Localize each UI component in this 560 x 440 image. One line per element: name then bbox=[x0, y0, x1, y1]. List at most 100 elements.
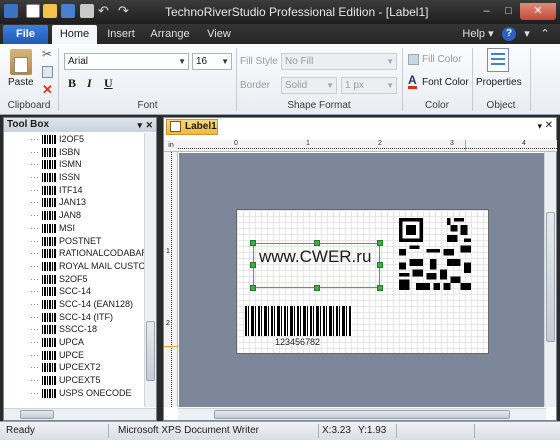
help-icon[interactable]: ? bbox=[502, 27, 516, 41]
font-color-icon[interactable]: A bbox=[408, 74, 417, 89]
toolbox-horizontal-scrollbar[interactable] bbox=[4, 408, 156, 420]
tab-insert[interactable]: Insert bbox=[102, 25, 140, 44]
barcode-icon bbox=[42, 249, 56, 259]
toolbox-item[interactable]: ⋯ ISBN bbox=[4, 146, 144, 159]
border-width-combo[interactable]: 1 px ▼ bbox=[341, 77, 397, 94]
document-tab-label: Label1 bbox=[185, 121, 217, 132]
border-style-combo[interactable]: Solid ▼ bbox=[281, 77, 337, 94]
resize-handle[interactable] bbox=[377, 240, 383, 246]
ruler-mark: 2 bbox=[378, 140, 382, 147]
document-menu-icon[interactable]: ▾ bbox=[537, 121, 542, 132]
toolbox-item[interactable]: ⋯ ROYAL MAIL CUSTOM bbox=[4, 260, 144, 273]
toolbox-item[interactable]: ⋯ UPCEXT2 bbox=[4, 361, 144, 374]
new-icon[interactable] bbox=[26, 4, 40, 18]
toolbox-item[interactable]: ⋯ SSCC-18 bbox=[4, 323, 144, 336]
font-size-combo[interactable]: 16 ▼ bbox=[192, 53, 232, 70]
ruler-mark: 2 bbox=[166, 320, 170, 327]
resize-handle[interactable] bbox=[377, 285, 383, 291]
qr-code[interactable] bbox=[399, 218, 471, 290]
toolbox-item[interactable]: ⋯ SCC-14 (ITF) bbox=[4, 311, 144, 324]
scroll-thumb[interactable] bbox=[146, 321, 155, 381]
toolbox-item[interactable]: ⋯ RATIONALCODABAR bbox=[4, 247, 144, 260]
tab-view[interactable]: View bbox=[202, 25, 236, 44]
help-menu[interactable]: Help ▾ bbox=[460, 25, 496, 44]
italic-icon[interactable]: I bbox=[87, 76, 92, 91]
close-icon[interactable]: ✕ bbox=[145, 118, 153, 132]
barcode-object[interactable] bbox=[245, 306, 352, 336]
toolbox-item[interactable]: ⋯ POSTNET bbox=[4, 235, 144, 248]
chevron-down-icon: ▼ bbox=[326, 81, 334, 90]
print-icon[interactable] bbox=[80, 4, 94, 18]
document-horizontal-scrollbar[interactable] bbox=[178, 408, 546, 420]
font-color-button[interactable]: Font Color bbox=[422, 77, 469, 88]
toolbox-item[interactable]: ⋯ SCC-14 (EAN128) bbox=[4, 298, 144, 311]
toolbox-item[interactable]: ⋯ I2OF5 bbox=[4, 133, 144, 146]
bold-icon[interactable]: B bbox=[68, 76, 76, 91]
barcode-human-readable-text: 123456782 bbox=[275, 337, 321, 347]
close-button[interactable]: ✕ bbox=[520, 3, 556, 20]
properties-icon[interactable] bbox=[487, 48, 509, 72]
border-style-value: Solid bbox=[285, 80, 308, 91]
toolbox-item[interactable]: ⋯ UPCE bbox=[4, 349, 144, 362]
chevron-down-icon: ▼ bbox=[386, 81, 394, 90]
title-bar: ↶ ↷ TechnoRiverStudio Professional Editi… bbox=[0, 0, 560, 24]
tree-connector: ⋯ bbox=[30, 222, 39, 233]
toolbox-item[interactable]: ⋯ ISMN bbox=[4, 158, 144, 171]
file-menu-button[interactable]: File bbox=[3, 25, 48, 44]
undo-icon[interactable]: ↶ bbox=[98, 4, 112, 18]
toolbox-item[interactable]: ⋯ MSI bbox=[4, 222, 144, 235]
resize-handle[interactable] bbox=[250, 240, 256, 246]
resize-handle[interactable] bbox=[250, 262, 256, 268]
cut-icon[interactable]: ✂ bbox=[42, 47, 52, 61]
paste-icon[interactable] bbox=[10, 49, 32, 75]
underline-icon[interactable]: U bbox=[104, 76, 113, 91]
copy-icon[interactable] bbox=[42, 66, 53, 78]
toolbox-item[interactable]: ⋯ ITF14 bbox=[4, 184, 144, 197]
toolbox-item[interactable]: ⋯ ISSN bbox=[4, 171, 144, 184]
text-object[interactable]: www.CWER.ru bbox=[259, 247, 371, 267]
toolbox-vertical-scrollbar[interactable] bbox=[144, 133, 156, 407]
open-icon[interactable] bbox=[43, 4, 57, 18]
font-family-combo[interactable]: Arial ▼ bbox=[64, 53, 189, 70]
minimize-button[interactable]: – bbox=[476, 3, 497, 20]
scroll-thumb[interactable] bbox=[546, 212, 555, 342]
document-area: Label1 ▾ ✕ in 0 1 2 3 4 1 2 www.CWER.ru … bbox=[163, 117, 557, 421]
separator bbox=[530, 48, 531, 111]
toolbox-item[interactable]: ⋯ SCC-14 bbox=[4, 285, 144, 298]
ribbon-options-icon[interactable]: ▾ bbox=[522, 25, 532, 44]
panel-menu-icon[interactable]: ▾ bbox=[137, 118, 142, 132]
paste-button[interactable]: Paste bbox=[8, 77, 34, 88]
resize-handle[interactable] bbox=[377, 262, 383, 268]
save-icon[interactable] bbox=[61, 4, 75, 18]
tab-arrange[interactable]: Arrange bbox=[148, 25, 192, 44]
design-canvas[interactable]: www.CWER.ru 123456782 bbox=[179, 153, 546, 407]
resize-handle[interactable] bbox=[314, 240, 320, 246]
delete-icon[interactable]: ✕ bbox=[42, 82, 53, 98]
toolbox-item[interactable]: ⋯ UPCEXT5 bbox=[4, 374, 144, 387]
resize-handle[interactable] bbox=[314, 285, 320, 291]
separator bbox=[108, 424, 109, 438]
redo-icon[interactable]: ↷ bbox=[118, 4, 132, 18]
label-page[interactable]: www.CWER.ru 123456782 bbox=[236, 209, 489, 354]
document-tab[interactable]: Label1 bbox=[166, 119, 218, 135]
toolbox-item-label: SCC-14 (EAN128) bbox=[59, 298, 134, 309]
toolbox-item[interactable]: ⋯ S2OF5 bbox=[4, 273, 144, 286]
scroll-thumb[interactable] bbox=[214, 410, 510, 419]
toolbox-item[interactable]: ⋯ USPS ONECODE bbox=[4, 387, 144, 400]
toolbox-item[interactable]: ⋯ UPCA bbox=[4, 336, 144, 349]
tree-connector: ⋯ bbox=[30, 235, 39, 246]
scroll-thumb[interactable] bbox=[20, 410, 54, 419]
maximize-button[interactable]: □ bbox=[498, 3, 519, 20]
document-vertical-scrollbar[interactable] bbox=[544, 152, 556, 407]
fill-style-combo[interactable]: No Fill ▼ bbox=[281, 53, 397, 70]
resize-handle[interactable] bbox=[250, 285, 256, 291]
fill-color-icon[interactable] bbox=[408, 54, 419, 65]
ribbon-minimize-icon[interactable]: ⌃ bbox=[538, 25, 552, 44]
fill-color-button[interactable]: Fill Color bbox=[422, 54, 461, 65]
toolbox-item[interactable]: ⋯ JAN13 bbox=[4, 196, 144, 209]
app-icon[interactable] bbox=[4, 4, 18, 18]
close-icon[interactable]: ✕ bbox=[545, 120, 553, 131]
tab-home[interactable]: Home bbox=[52, 25, 97, 44]
properties-button[interactable]: Properties bbox=[476, 77, 522, 88]
toolbox-item[interactable]: ⋯ JAN8 bbox=[4, 209, 144, 222]
